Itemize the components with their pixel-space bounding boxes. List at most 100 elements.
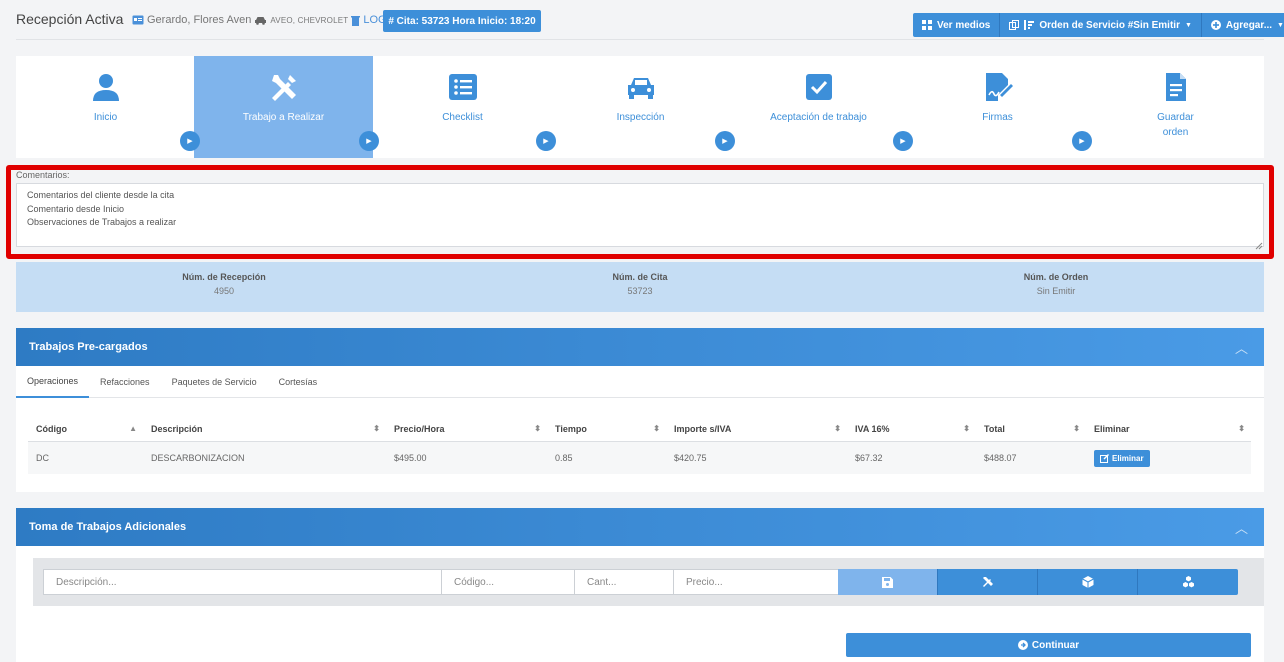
trash-icon: [351, 15, 361, 26]
num-value: Sin Emitir: [1036, 286, 1076, 296]
caret-down-icon: ▼: [1277, 21, 1284, 29]
sort-icon: ⬍: [1238, 424, 1245, 433]
step-arrow-icon[interactable]: ▶: [1072, 131, 1092, 151]
car-icon: [627, 78, 654, 99]
sort-icon: ⬍: [534, 424, 541, 433]
cortesia-button[interactable]: [1138, 569, 1238, 595]
step-guardar[interactable]: Guardar orden: [1086, 56, 1265, 158]
orden-servicio-button[interactable]: Orden de Servicio #Sin Emitir ▼: [1000, 13, 1202, 37]
package-button[interactable]: [1038, 569, 1138, 595]
tools-button[interactable]: [938, 569, 1038, 595]
precargados-header[interactable]: Trabajos Pre-cargados ︿: [16, 328, 1264, 366]
step-arrow-icon[interactable]: ▶: [180, 131, 200, 151]
col-precio[interactable]: Precio/Hora ⬍: [386, 416, 547, 441]
num-label: Núm. de Orden: [1023, 272, 1089, 282]
sort-amount-icon: [1024, 20, 1035, 30]
col-label: Descripción: [151, 423, 203, 434]
eliminar-button[interactable]: Eliminar: [1094, 449, 1150, 467]
num-recepcion: Núm. de Recepción 4950: [16, 262, 432, 312]
codigo-input[interactable]: Código...: [441, 569, 575, 595]
chevron-up-icon[interactable]: ︿: [1235, 338, 1248, 357]
panel-title: Trabajos Pre-cargados: [29, 341, 148, 353]
col-label: Eliminar: [1094, 423, 1130, 434]
col-label: IVA 16%: [855, 423, 890, 434]
header-divider: [16, 39, 1264, 40]
num-orden: Núm. de Orden Sin Emitir: [848, 262, 1264, 312]
header-info: Gerardo, Flores Aven AVEO, CHEVROLET LOG: [132, 14, 387, 26]
col-iva[interactable]: IVA 16% ⬍: [847, 416, 976, 441]
cant-input[interactable]: Cant...: [574, 569, 674, 595]
step-label: Checklist: [442, 112, 483, 123]
cell-precio: $495.00: [394, 453, 427, 463]
step-label: Aceptación de trabajo: [770, 112, 867, 123]
add-work-row: Descripción... Código... Cant... Precio.…: [33, 558, 1264, 606]
list-icon: [448, 74, 477, 100]
col-eliminar[interactable]: Eliminar ⬍: [1086, 416, 1251, 441]
chevron-up-icon[interactable]: ︿: [1235, 518, 1248, 537]
step-arrow-icon[interactable]: ▶: [893, 131, 913, 151]
step-label: Inicio: [93, 112, 118, 123]
tab-cortesias[interactable]: Cortesías: [268, 366, 329, 398]
precargados-tabs: Operaciones Refacciones Paquetes de Serv…: [16, 366, 1264, 398]
step-arrow-icon[interactable]: ▶: [715, 131, 735, 151]
car-icon: [255, 16, 267, 25]
step-inspeccion[interactable]: Inspección: [551, 56, 730, 158]
precargados-body: Operaciones Refacciones Paquetes de Serv…: [16, 366, 1264, 492]
sort-icon: ⬍: [834, 424, 841, 433]
agregar-button[interactable]: Agregar... ▼: [1201, 13, 1284, 37]
num-label: Núm. de Recepción: [182, 272, 266, 282]
col-importe[interactable]: Importe s/IVA ⬍: [666, 416, 847, 441]
tools-icon: [271, 75, 296, 101]
tab-paquetes[interactable]: Paquetes de Servicio: [161, 366, 268, 398]
cell-descripcion: DESCARBONIZACION: [151, 453, 245, 463]
step-label: Inspección: [616, 112, 665, 123]
caret-down-icon: ▼: [1184, 21, 1192, 29]
sort-asc-icon: ▲: [129, 424, 137, 433]
save-icon: [882, 576, 893, 588]
grid-icon: [922, 20, 932, 30]
user-icon: [92, 74, 119, 101]
continuar-button[interactable]: Continuar: [846, 633, 1251, 657]
document-icon: [1165, 73, 1186, 101]
ver-medios-label: Ver medios: [937, 19, 991, 31]
numbers-bar: Núm. de Recepción 4950 Núm. de Cita 5372…: [16, 262, 1264, 312]
operaciones-table: Código ▲ Descripción ⬍ Precio/Hora ⬍ Tiempo…: [28, 416, 1251, 474]
step-checklist[interactable]: Checklist: [373, 56, 552, 158]
cell-eliminar: Eliminar: [1086, 442, 1251, 474]
tab-operaciones[interactable]: Operaciones: [16, 366, 90, 398]
descripcion-input[interactable]: Descripción...: [43, 569, 442, 595]
panel-title: Toma de Trabajos Adicionales: [29, 521, 187, 533]
step-firmas[interactable]: Firmas: [908, 56, 1087, 158]
col-codigo[interactable]: Código ▲: [28, 416, 143, 441]
precio-input[interactable]: Precio...: [673, 569, 839, 595]
agregar-label: Agregar...: [1225, 19, 1273, 31]
step-label: Guardar orden: [1157, 112, 1194, 138]
step-label: Firmas: [982, 112, 1013, 123]
copy-icon: [1009, 20, 1020, 30]
client-name: Gerardo, Flores Aven: [147, 14, 252, 26]
col-label: Precio/Hora: [394, 423, 445, 434]
step-arrow-icon[interactable]: ▶: [359, 131, 379, 151]
step-trabajo[interactable]: Trabajo a Realizar: [194, 56, 373, 158]
num-value: 4950: [213, 286, 235, 296]
save-button[interactable]: [838, 569, 938, 595]
ver-medios-button[interactable]: Ver medios: [913, 13, 1001, 37]
vehicle-info: AVEO, CHEVROLET: [270, 15, 349, 25]
orden-servicio-label: Orden de Servicio #Sin Emitir: [1039, 19, 1180, 31]
col-total[interactable]: Total ⬍: [976, 416, 1086, 441]
arrow-circle-right-icon: [1017, 640, 1028, 650]
step-arrow-icon[interactable]: ▶: [536, 131, 556, 151]
cita-button[interactable]: # Cita: 53723 Hora Inicio: 18:20: [383, 10, 541, 32]
col-descripcion[interactable]: Descripción ⬍: [143, 416, 386, 441]
tab-refacciones[interactable]: Refacciones: [89, 366, 161, 398]
signature-icon: [985, 73, 1013, 101]
plus-circle-icon: [1210, 20, 1221, 30]
col-tiempo[interactable]: Tiempo ⬍: [547, 416, 666, 441]
num-value: 53723: [627, 286, 653, 296]
adicionales-header[interactable]: Toma de Trabajos Adicionales ︿: [16, 508, 1264, 546]
step-inicio[interactable]: Inicio: [16, 56, 195, 158]
cell-codigo: DC: [36, 453, 49, 463]
table-row: DC DESCARBONIZACION $495.00 0.85 $420.75…: [28, 442, 1251, 474]
step-aceptacion[interactable]: Aceptación de trabajo: [729, 56, 908, 158]
sort-icon: ⬍: [373, 424, 380, 433]
